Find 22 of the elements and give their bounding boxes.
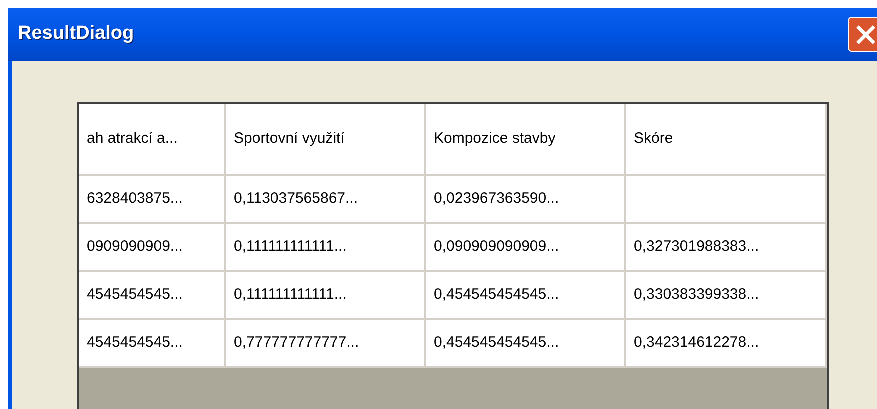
table-cell: 0,342314612278... xyxy=(626,320,827,368)
table-cell: 6328403875... xyxy=(79,176,226,224)
table-cell: 4545454545... xyxy=(79,272,226,320)
table-cell: 0,330383399338... xyxy=(626,272,827,320)
table-cell: 0,111111111111... xyxy=(226,272,426,320)
table-cell: 0,111111111111... xyxy=(226,224,426,272)
table-cell: 0,023967363590... xyxy=(426,176,626,224)
table-cell: 0,090909090909... xyxy=(426,224,626,272)
table-cell: 0,113037565867... xyxy=(226,176,426,224)
table-cell: 0,454545454545... xyxy=(426,320,626,368)
column-header: ah atrakcí a... xyxy=(79,104,226,176)
close-icon xyxy=(856,24,876,44)
close-button[interactable] xyxy=(848,17,877,52)
table-cell: 0,777777777777... xyxy=(226,320,426,368)
column-header: Sportovní využití xyxy=(226,104,426,176)
window-title: ResultDialog xyxy=(18,22,134,46)
column-header: Kompozice stavby xyxy=(426,104,626,176)
table-cell: 4545454545... xyxy=(79,320,226,368)
table-cell: 0,454545454545... xyxy=(426,272,626,320)
column-header: Skóre xyxy=(626,104,827,176)
table-cell: 0,327301988383... xyxy=(626,224,827,272)
table-cell: 0909090909... xyxy=(79,224,226,272)
